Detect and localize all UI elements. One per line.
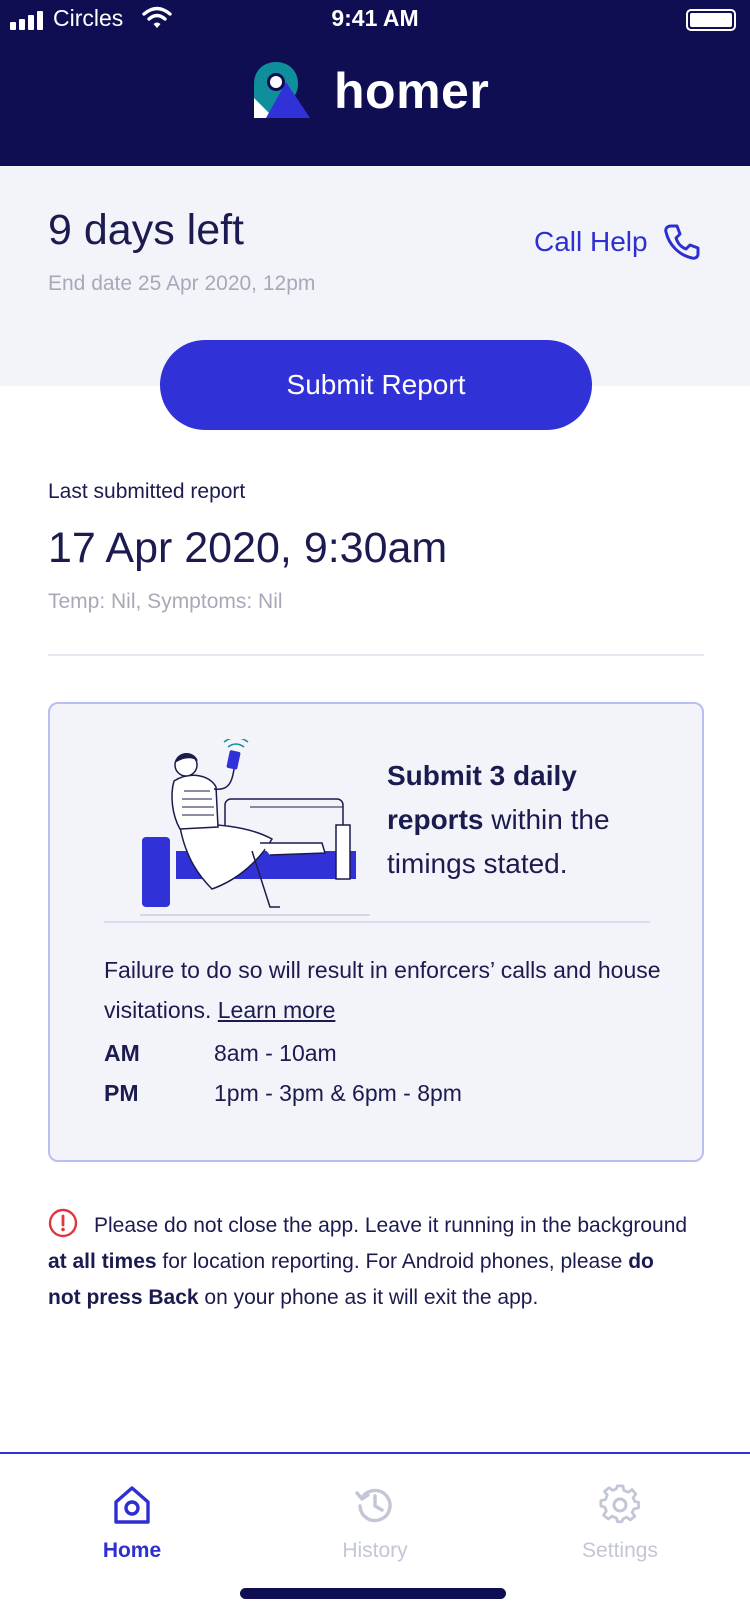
timing-value-pm: 1pm - 3pm & 6pm - 8pm (214, 1080, 462, 1106)
submit-report-button[interactable]: Submit Report (160, 340, 592, 430)
background-warning: Please do not close the app. Leave it ru… (48, 1208, 688, 1316)
nav-label-settings: Settings (582, 1539, 658, 1562)
call-help-button[interactable]: Call Help (534, 222, 702, 262)
app-name: homer (334, 63, 490, 119)
nav-item-home[interactable]: Home (52, 1484, 212, 1563)
status-time: 9:41 AM (331, 5, 419, 31)
warning-text-1: Please do not close the app. Leave it ru… (94, 1214, 688, 1237)
nav-label-history: History (342, 1539, 408, 1562)
learn-more-link[interactable]: Learn more (218, 997, 336, 1023)
call-help-label: Call Help (534, 226, 648, 257)
last-report-label: Last submitted report (48, 480, 246, 503)
phone-icon (663, 224, 700, 260)
warning-text-2: for location reporting. For Android phon… (162, 1250, 623, 1273)
history-icon (355, 1488, 392, 1523)
person-on-sofa-illustration (140, 739, 370, 916)
alert-icon (48, 1208, 78, 1238)
nav-label-home: Home (102, 1539, 162, 1562)
end-date: End date 25 Apr 2020, 12pm (48, 272, 316, 295)
last-report-details: Temp: Nil, Symptoms: Nil (48, 590, 283, 613)
days-left: 9 days left (48, 206, 244, 254)
warning-bold-1: at all times (48, 1250, 157, 1273)
nav-item-history[interactable]: History (295, 1484, 455, 1563)
battery-icon (686, 9, 736, 31)
card-divider (104, 921, 650, 923)
last-report-datetime: 17 Apr 2020, 9:30am (48, 524, 448, 572)
home-icon (114, 1486, 150, 1524)
card-body-text: Failure to do so will result in enforcer… (104, 957, 661, 1023)
homer-logo-icon (254, 62, 310, 118)
card-headline: Submit 3 daily reports within the timing… (387, 754, 677, 886)
card-body: Failure to do so will result in enforcer… (104, 950, 664, 1030)
nav-item-settings[interactable]: Settings (540, 1484, 700, 1563)
status-bar: Circles 9:41 AM (0, 0, 750, 40)
app-header: Circles 9:41 AM homer (0, 0, 750, 166)
timing-label-am: AM (104, 1040, 140, 1066)
gear-icon (599, 1484, 640, 1524)
timing-label-pm: PM (104, 1080, 139, 1106)
warning-text-3: on your phone as it will exit the app. (204, 1286, 539, 1309)
home-indicator (240, 1588, 506, 1599)
app-logo: homer (250, 60, 489, 122)
timing-value-am: 8am - 10am (214, 1040, 337, 1066)
divider (48, 654, 704, 656)
daily-reports-card: Submit 3 daily reports within the timing… (48, 702, 704, 1162)
